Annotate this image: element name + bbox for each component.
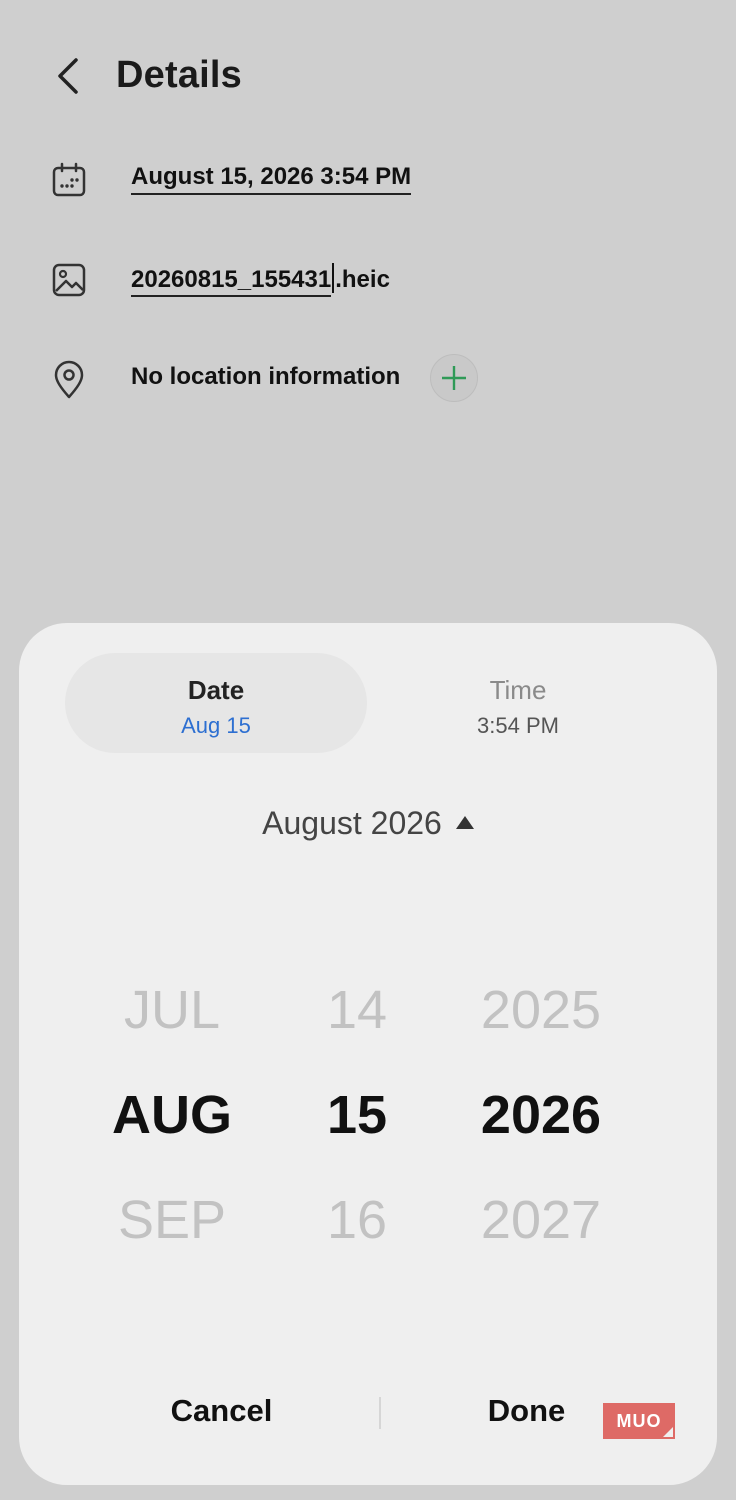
- tab-date-label: Date: [187, 675, 245, 705]
- month-prev[interactable]: JUL: [72, 958, 272, 1063]
- tab-date-value: Aug 15: [181, 713, 251, 738]
- image-icon: [48, 259, 90, 301]
- text-cursor: [332, 263, 335, 293]
- page-title: Details: [116, 54, 243, 96]
- triangle-up-icon: [455, 816, 474, 829]
- location-text: No location information: [131, 363, 401, 390]
- month-next[interactable]: SEP: [72, 1168, 272, 1273]
- day-selected[interactable]: 15: [257, 1063, 457, 1168]
- add-location-button[interactable]: [430, 354, 478, 402]
- tab-time[interactable]: Time 3:54 PM: [367, 653, 669, 753]
- year-prev[interactable]: 2025: [441, 958, 641, 1063]
- datetime-row[interactable]: August 15, 2026 3:54 PM: [0, 147, 736, 207]
- year-selected[interactable]: 2026: [441, 1063, 641, 1168]
- date-time-picker-dialog: Date Aug 15 Time 3:54 PM August 2026 JUL…: [19, 623, 717, 1485]
- button-divider: [379, 1397, 381, 1429]
- done-button[interactable]: Done: [424, 1393, 629, 1429]
- cancel-button[interactable]: Cancel: [119, 1393, 324, 1429]
- watermark-logo: MUO: [603, 1403, 675, 1439]
- calendar-icon: [48, 159, 90, 201]
- location-pin-icon: [48, 359, 90, 401]
- chevron-left-icon: [58, 58, 78, 94]
- day-next[interactable]: 16: [257, 1168, 457, 1273]
- back-button[interactable]: [44, 52, 92, 100]
- filename-field[interactable]: 20260815_155431 .heic: [131, 263, 390, 297]
- month-picker[interactable]: JUL AUG SEP: [72, 958, 272, 1273]
- location-row: No location information: [0, 347, 736, 407]
- tab-time-label: Time: [489, 675, 547, 705]
- app-header: Details: [0, 0, 736, 140]
- plus-icon: [442, 366, 466, 390]
- filename-extension: .heic: [335, 266, 390, 293]
- year-picker[interactable]: 2025 2026 2027: [441, 958, 641, 1273]
- filename-base[interactable]: 20260815_155431: [131, 266, 332, 297]
- tab-time-value: 3:54 PM: [477, 713, 559, 738]
- month-year-label: August 2026: [262, 805, 442, 841]
- month-year-toggle[interactable]: August 2026: [19, 805, 717, 842]
- year-next[interactable]: 2027: [441, 1168, 641, 1273]
- filename-row[interactable]: 20260815_155431 .heic: [0, 247, 736, 307]
- day-prev[interactable]: 14: [257, 958, 457, 1063]
- month-selected[interactable]: AUG: [72, 1063, 272, 1168]
- day-picker[interactable]: 14 15 16: [257, 958, 457, 1273]
- datetime-text[interactable]: August 15, 2026 3:54 PM: [131, 163, 412, 195]
- tab-date[interactable]: Date Aug 15: [65, 653, 367, 753]
